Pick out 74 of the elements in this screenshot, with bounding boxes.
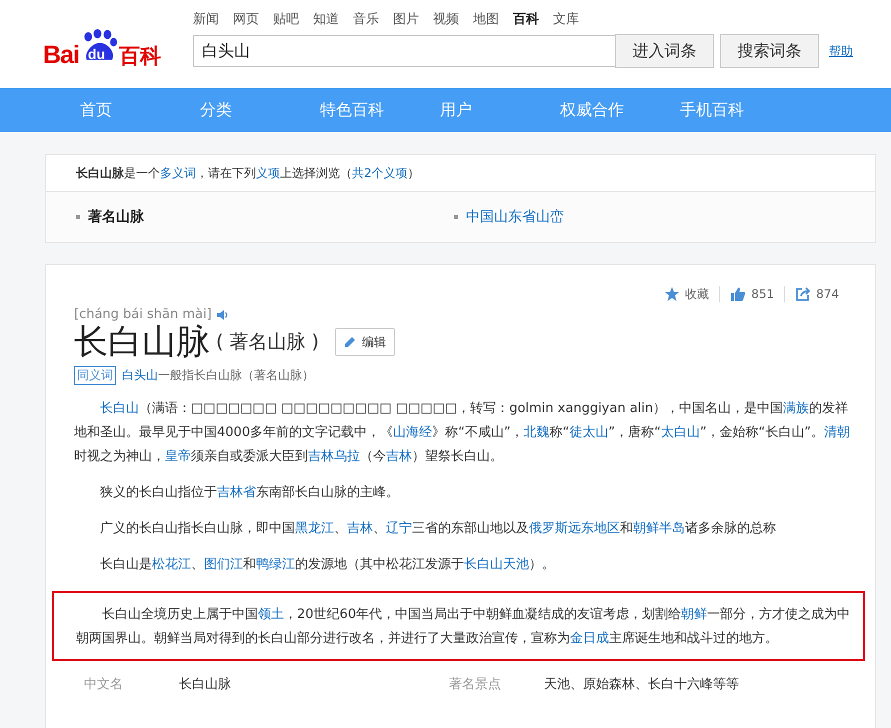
- top-link[interactable]: 网页: [233, 10, 259, 28]
- speaker-icon: [216, 308, 229, 320]
- info-value: 长白山脉: [179, 676, 232, 693]
- link[interactable]: 多义词: [160, 166, 196, 180]
- link[interactable]: 领土: [258, 607, 284, 622]
- nav-item[interactable]: 首页: [80, 88, 200, 132]
- search-button[interactable]: 搜索词条: [720, 34, 819, 68]
- edit-button[interactable]: 编辑: [334, 328, 395, 356]
- top-link[interactable]: 知道: [313, 10, 339, 28]
- entry-title: 长白山脉: [74, 321, 210, 364]
- link[interactable]: 朝鲜: [681, 607, 708, 622]
- link[interactable]: 清朝: [824, 425, 850, 440]
- link[interactable]: 吉林: [347, 521, 373, 536]
- nav-item[interactable]: 权威合作: [560, 88, 680, 132]
- link[interactable]: 吉林乌拉: [308, 449, 360, 464]
- paragraph: 长白山全境历史上属于中国领土，20世纪60年代，中国当局出于中朝鲜血凝结成的友谊考虑，划割给朝鲜一部分，方才使之成为中朝两国界山。朝鲜当局对得到的长白山部分进行改名，并进行了大量政治宣传，宣称为金日成主席诞生地和战斗过的地方。: [52, 591, 865, 661]
- nav-item[interactable]: 分类: [200, 88, 320, 132]
- top-link[interactable]: 视频: [433, 10, 459, 28]
- top-link[interactable]: 新闻: [193, 10, 219, 28]
- top-link[interactable]: 文库: [553, 10, 579, 28]
- link[interactable]: 皇帝: [165, 449, 191, 464]
- action-label[interactable]: 851: [751, 287, 774, 301]
- nav-item[interactable]: 手机百科: [680, 88, 800, 132]
- paragraph: 广义的长白山指长白山脉，即中国黑龙江、吉林、辽宁三省的东部山地以及俄罗斯远东地区和朝鲜半岛诸多余脉的总称: [99, 520, 777, 538]
- info-value: 天池、原始森林、长白十六峰等等: [544, 676, 740, 693]
- paragraph: 长白山是松花江、图们江和鸭绿江的发源地（其中松花江发源于长白山天池）。: [99, 556, 556, 574]
- help-link[interactable]: 帮助: [829, 42, 853, 60]
- synonym-text: 一般指长白山脉（著名山脉）: [158, 367, 314, 384]
- star-icon: [664, 286, 680, 302]
- action-label[interactable]: 收藏: [685, 286, 710, 302]
- thumbs-up-icon: [730, 286, 746, 302]
- pencil-icon: [344, 336, 356, 348]
- polysemy-notice: 长白山脉是一个多义词，请在下列义项上选择浏览（共2个义项）: [46, 155, 875, 192]
- paragraph: 狭义的长白山指位于吉林省东南部长白山脉的主峰。: [99, 484, 400, 502]
- link[interactable]: 金日成: [570, 631, 609, 646]
- link[interactable]: 鸭绿江: [256, 557, 295, 572]
- search-field[interactable]: 白头山: [193, 35, 616, 67]
- synonym-tag: 同义词: [74, 366, 116, 385]
- paragraph: 长白山（满语：□□□□□□□ □□□□□□□□□ □□□□□，转写：golmin xanggiyan alin），中国名山，是中国满族的发祥地和圣山。最早见于中国4000多年前的文字记载中，《山海经》称“不咸山”，北魏称“徒太山”，唐称“太白山”，金始称“长白山”。清朝 时视之为神山，皇帝须亲自或委派大臣到吉林乌拉（今吉林）望祭长白山。: [74, 400, 852, 466]
- top-link[interactable]: 贴吧: [273, 10, 299, 28]
- link[interactable]: 满族: [783, 401, 810, 416]
- link[interactable]: 吉林: [386, 449, 412, 464]
- top-link[interactable]: 百科: [513, 10, 539, 28]
- link[interactable]: 义项: [256, 166, 280, 180]
- logo[interactable]: Bai du 百科: [43, 20, 193, 70]
- link[interactable]: 山海经: [393, 425, 432, 440]
- nav-item[interactable]: 用户: [440, 88, 560, 132]
- link[interactable]: 图们江: [204, 557, 243, 572]
- action-label[interactable]: 874: [816, 287, 839, 301]
- link[interactable]: 白头山: [122, 367, 158, 384]
- entry-subtitle: ( 著名山脉 ): [216, 330, 319, 355]
- link[interactable]: 辽宁: [386, 521, 412, 536]
- pinyin: [cháng bái shān mài]: [74, 307, 212, 322]
- info-label: 著名景点: [449, 676, 502, 693]
- link[interactable]: 松花江: [152, 557, 191, 572]
- link[interactable]: 徒太山: [569, 425, 608, 440]
- link[interactable]: 长白山天池: [464, 557, 529, 572]
- share-icon: [795, 286, 812, 302]
- link[interactable]: 吉林省: [217, 485, 256, 500]
- sense-option[interactable]: 中国山东省山峦: [454, 208, 832, 226]
- link[interactable]: 俄罗斯远东地区: [529, 521, 620, 536]
- top-link[interactable]: 地图: [473, 10, 499, 28]
- link[interactable]: 太白山: [660, 425, 700, 440]
- link[interactable]: 黑龙江: [295, 521, 334, 536]
- nav-item[interactable]: 特色百科: [320, 88, 440, 132]
- sense-option[interactable]: 著名山脉: [76, 208, 454, 226]
- top-link[interactable]: 音乐: [353, 10, 379, 28]
- search-button[interactable]: 进入词条: [615, 34, 714, 68]
- info-label: 中文名: [84, 676, 124, 693]
- link[interactable]: 北魏: [524, 425, 550, 440]
- link[interactable]: 长白山: [100, 401, 139, 416]
- top-link[interactable]: 图片: [393, 10, 419, 28]
- link[interactable]: 朝鲜半岛: [633, 521, 685, 536]
- link[interactable]: 共2个义项: [352, 166, 408, 180]
